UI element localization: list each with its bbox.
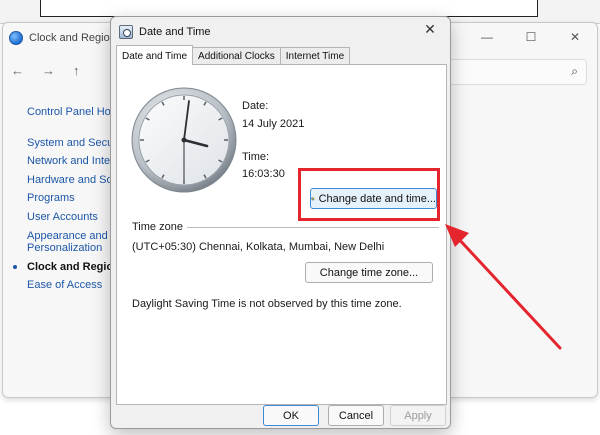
dialog-title: Date and Time — [139, 26, 211, 38]
globe-icon — [9, 31, 23, 45]
dst-notice: Daylight Saving Time is not observed by … — [132, 298, 402, 310]
search-input[interactable]: ⌕ — [437, 59, 587, 85]
sidebar-item-appearance[interactable]: Appearance and Personalization — [3, 227, 113, 258]
sidebar-item-clock-and-region[interactable]: Clock and Region — [3, 258, 113, 277]
sidebar-item-hardware-and-sound[interactable]: Hardware and Sound — [3, 171, 113, 190]
change-date-and-time-button[interactable]: Change date and time... — [310, 188, 437, 209]
dialog-title-bar: Date and Time — [119, 23, 211, 41]
blank-field — [40, 0, 538, 17]
control-panel-title-bar: Clock and Region — [9, 29, 116, 47]
sidebar-item-system-and-security[interactable]: System and Security — [3, 134, 113, 153]
cancel-button[interactable]: Cancel — [328, 405, 384, 426]
search-icon[interactable]: ⌕ — [571, 64, 578, 79]
up-arrow-icon[interactable]: ↑ — [73, 63, 80, 78]
analog-clock — [131, 87, 237, 193]
navigation-buttons: ← → ↑ — [11, 63, 80, 78]
change-date-and-time-label: Change date and time... — [318, 192, 436, 205]
control-panel-title: Clock and Region — [29, 32, 116, 44]
tab-additional-clocks[interactable]: Additional Clocks — [192, 47, 281, 65]
back-arrow-icon[interactable]: ← — [11, 63, 24, 78]
sidebar-item-programs[interactable]: Programs — [3, 189, 113, 208]
ok-button[interactable]: OK — [263, 405, 319, 426]
sidebar-item-user-accounts[interactable]: User Accounts — [3, 208, 113, 227]
time-zone-heading: Time zone — [132, 221, 187, 233]
tab-internet-time[interactable]: Internet Time — [279, 47, 351, 65]
date-and-time-dialog: Date and Time ✕ Date and Time Additional… — [110, 16, 451, 429]
close-icon[interactable]: ✕ — [420, 21, 440, 38]
tab-panel: Date: 14 July 2021 Time: 16:03:30 Change… — [116, 64, 447, 405]
sidebar-item-ease-of-access[interactable]: Ease of Access — [3, 276, 113, 295]
dialog-tabs: Date and Time Additional Clocks Internet… — [116, 45, 351, 65]
date-time-icon — [119, 25, 133, 39]
time-value: 16:03:30 — [242, 168, 285, 180]
uac-shield-icon — [311, 196, 315, 201]
time-zone-divider — [187, 227, 439, 228]
date-label: Date: — [242, 100, 269, 112]
sidebar: Control Panel Home System and Security N… — [3, 103, 113, 295]
sidebar-item-network-and-internet[interactable]: Network and Internet — [3, 152, 113, 171]
apply-button[interactable]: Apply — [390, 405, 446, 426]
change-time-zone-button[interactable]: Change time zone... — [305, 262, 433, 283]
sidebar-item-control-panel-home[interactable]: Control Panel Home — [3, 103, 113, 122]
date-value: 14 July 2021 — [242, 118, 305, 130]
window-controls: — ☐ ✕ — [465, 23, 597, 51]
forward-arrow-icon[interactable]: → — [42, 63, 55, 78]
tab-date-and-time[interactable]: Date and Time — [116, 45, 194, 65]
close-window-button[interactable]: ✕ — [553, 23, 597, 51]
maximize-button[interactable]: ☐ — [509, 23, 553, 51]
time-label: Time: — [242, 151, 270, 163]
minimize-button[interactable]: — — [465, 23, 509, 51]
time-zone-value: (UTC+05:30) Chennai, Kolkata, Mumbai, Ne… — [132, 241, 385, 253]
